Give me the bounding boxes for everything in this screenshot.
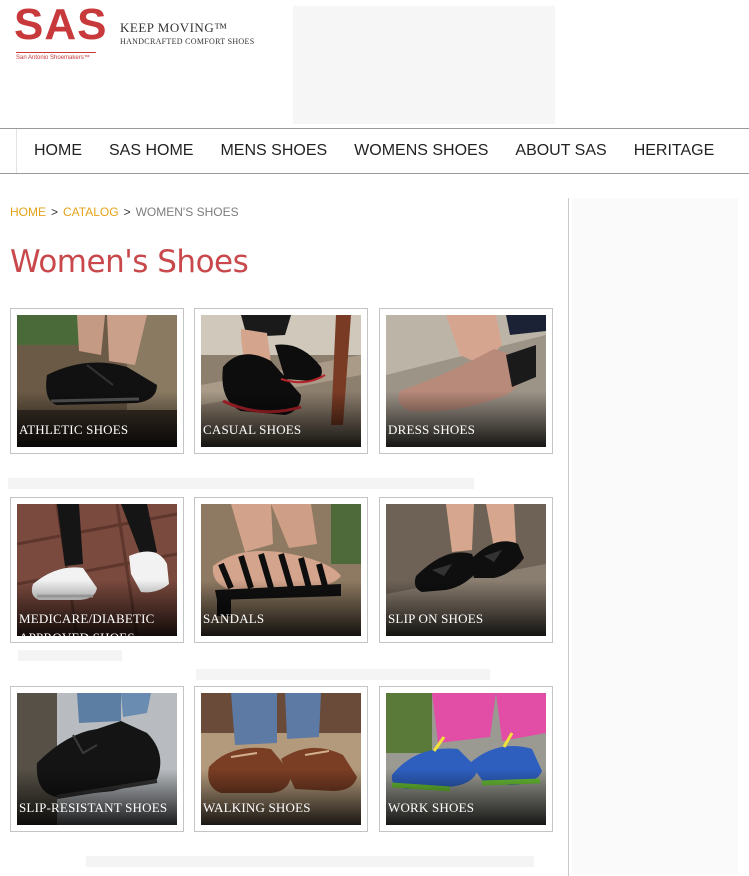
nav-item-sas-home[interactable]: SAS HOME: [109, 142, 193, 160]
sidebar-divider: [568, 198, 569, 876]
athletic-shoe-photo: ATHLETIC SHOES: [17, 315, 177, 447]
faded-text-line: [86, 856, 534, 867]
category-label: ATHLETIC SHOES: [19, 422, 129, 437]
category-tile-medicare[interactable]: MEDICARE/DIABETIC APPROVED SHOES: [10, 497, 184, 643]
dress-shoe-photo: DRESS SHOES: [386, 315, 546, 447]
faded-text-line: [8, 478, 474, 489]
breadcrumb-home-link[interactable]: HOME: [10, 205, 46, 219]
faded-text-line: [18, 650, 122, 661]
nav-item-mens-shoes[interactable]: MENS SHOES: [220, 142, 327, 160]
tagline-main: KEEP MOVING™: [120, 20, 228, 35]
slip-resistant-shoe-photo: SLIP-RESISTANT SHOES: [17, 693, 177, 825]
breadcrumb-separator: >: [51, 205, 59, 219]
breadcrumb-catalog-link[interactable]: CATALOG: [63, 205, 119, 219]
category-tile-slip-on[interactable]: SLIP ON SHOES: [379, 497, 553, 643]
page-title: Women's Shoes: [10, 244, 249, 280]
sas-logo[interactable]: SAS San Antonio Shoemakers™: [14, 0, 106, 64]
category-label: CASUAL SHOES: [203, 422, 302, 437]
sandal-photo: SANDALS: [201, 504, 361, 636]
breadcrumb: HOME > CATALOG > WOMEN'S SHOES: [10, 205, 239, 219]
logo-rule: [16, 52, 96, 53]
category-tile-casual[interactable]: CASUAL SHOES: [194, 308, 368, 454]
category-tile-dress[interactable]: DRESS SHOES: [379, 308, 553, 454]
category-label: WALKING SHOES: [203, 800, 311, 815]
category-label: DRESS SHOES: [388, 422, 476, 437]
category-label: SLIP ON SHOES: [388, 611, 484, 626]
tagline: KEEP MOVING™ HANDCRAFTED COMFORT SHOES: [120, 20, 254, 46]
faded-text-line: [196, 669, 490, 680]
category-tile-work[interactable]: WORK SHOES: [379, 686, 553, 832]
breadcrumb-current: WOMEN'S SHOES: [135, 205, 239, 219]
category-tile-sandals[interactable]: SANDALS: [194, 497, 368, 643]
work-shoe-photo: WORK SHOES: [386, 693, 546, 825]
category-tile-walking[interactable]: WALKING SHOES: [194, 686, 368, 832]
category-tile-athletic[interactable]: ATHLETIC SHOES: [10, 308, 184, 454]
nav-list: HOME SAS HOME MENS SHOES WOMENS SHOES AB…: [16, 129, 741, 173]
header-banner-placeholder: [293, 6, 555, 124]
casual-shoe-photo: CASUAL SHOES: [201, 315, 361, 447]
medicare-shoe-photo: MEDICARE/DIABETIC APPROVED SHOES: [17, 504, 177, 636]
main-nav: HOME SAS HOME MENS SHOES WOMENS SHOES AB…: [0, 128, 749, 174]
nav-item-about-sas[interactable]: ABOUT SAS: [515, 142, 606, 160]
nav-item-womens-shoes[interactable]: WOMENS SHOES: [354, 142, 488, 160]
category-label: MEDICARE/DIABETIC APPROVED SHOES: [19, 611, 155, 636]
nav-item-heritage[interactable]: HERITAGE: [634, 142, 715, 160]
nav-item-home[interactable]: HOME: [34, 142, 82, 160]
category-label: SANDALS: [203, 611, 265, 626]
breadcrumb-separator: >: [123, 205, 131, 219]
walking-shoe-photo: WALKING SHOES: [201, 693, 361, 825]
slip-on-shoe-photo: SLIP ON SHOES: [386, 504, 546, 636]
tagline-sub: HANDCRAFTED COMFORT SHOES: [120, 37, 255, 46]
logo-letters: SAS: [14, 0, 108, 49]
sidebar-placeholder: [572, 198, 738, 874]
category-tile-slip-resistant[interactable]: SLIP-RESISTANT SHOES: [10, 686, 184, 832]
site-header: SAS San Antonio Shoemakers™ KEEP MOVING™…: [0, 0, 749, 128]
category-label: WORK SHOES: [388, 800, 475, 815]
logo-subtitle: San Antonio Shoemakers™: [16, 55, 90, 61]
category-label: SLIP-RESISTANT SHOES: [19, 800, 168, 815]
